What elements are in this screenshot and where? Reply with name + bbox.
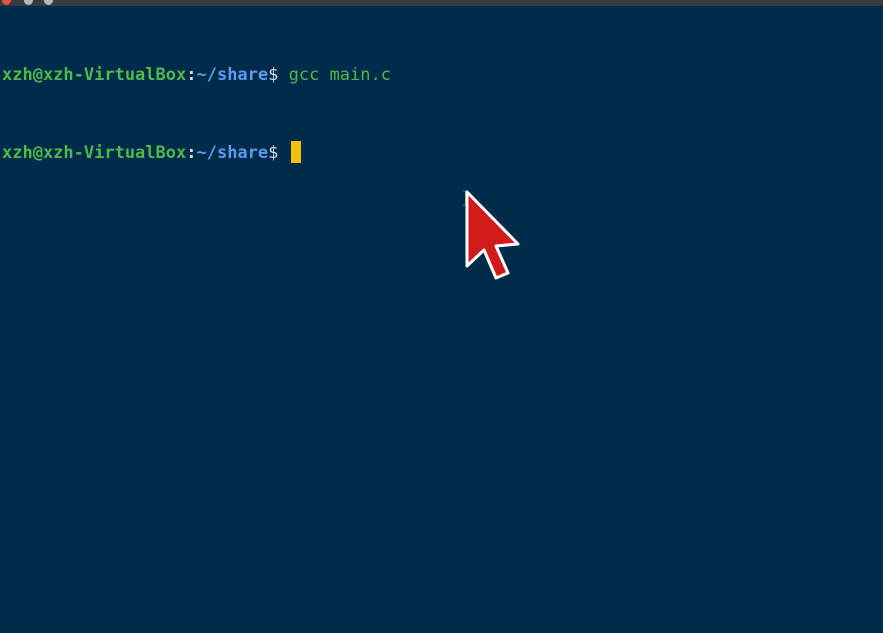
prompt-colon: :: [186, 143, 197, 163]
prompt-path: ~/share: [196, 143, 269, 163]
command-text: gcc main.c: [278, 65, 391, 85]
window-titlebar[interactable]: [0, 0, 883, 6]
prompt-user-host: xzh@xzh-VirtualBox: [2, 65, 187, 85]
arrow-pointer-icon: [465, 190, 520, 280]
terminal-window[interactable]: xzh@xzh-VirtualBox:~/share$ gcc main.c x…: [0, 0, 883, 633]
terminal-output[interactable]: xzh@xzh-VirtualBox:~/share$ gcc main.c x…: [2, 10, 391, 218]
terminal-line-1: xzh@xzh-VirtualBox:~/share$ gcc main.c: [2, 62, 391, 88]
terminal-line-2[interactable]: xzh@xzh-VirtualBox:~/share$: [2, 140, 391, 166]
maximize-button[interactable]: [44, 0, 53, 5]
close-button[interactable]: [2, 0, 11, 5]
minimize-button[interactable]: [24, 0, 33, 5]
text-cursor-block: [290, 141, 301, 163]
prompt-path: ~/share: [196, 65, 269, 85]
prompt-colon: :: [186, 65, 197, 85]
prompt-dollar: $: [268, 143, 279, 163]
prompt-user-host: xzh@xzh-VirtualBox: [2, 143, 187, 163]
command-input[interactable]: [278, 143, 288, 163]
prompt-dollar: $: [268, 65, 279, 85]
